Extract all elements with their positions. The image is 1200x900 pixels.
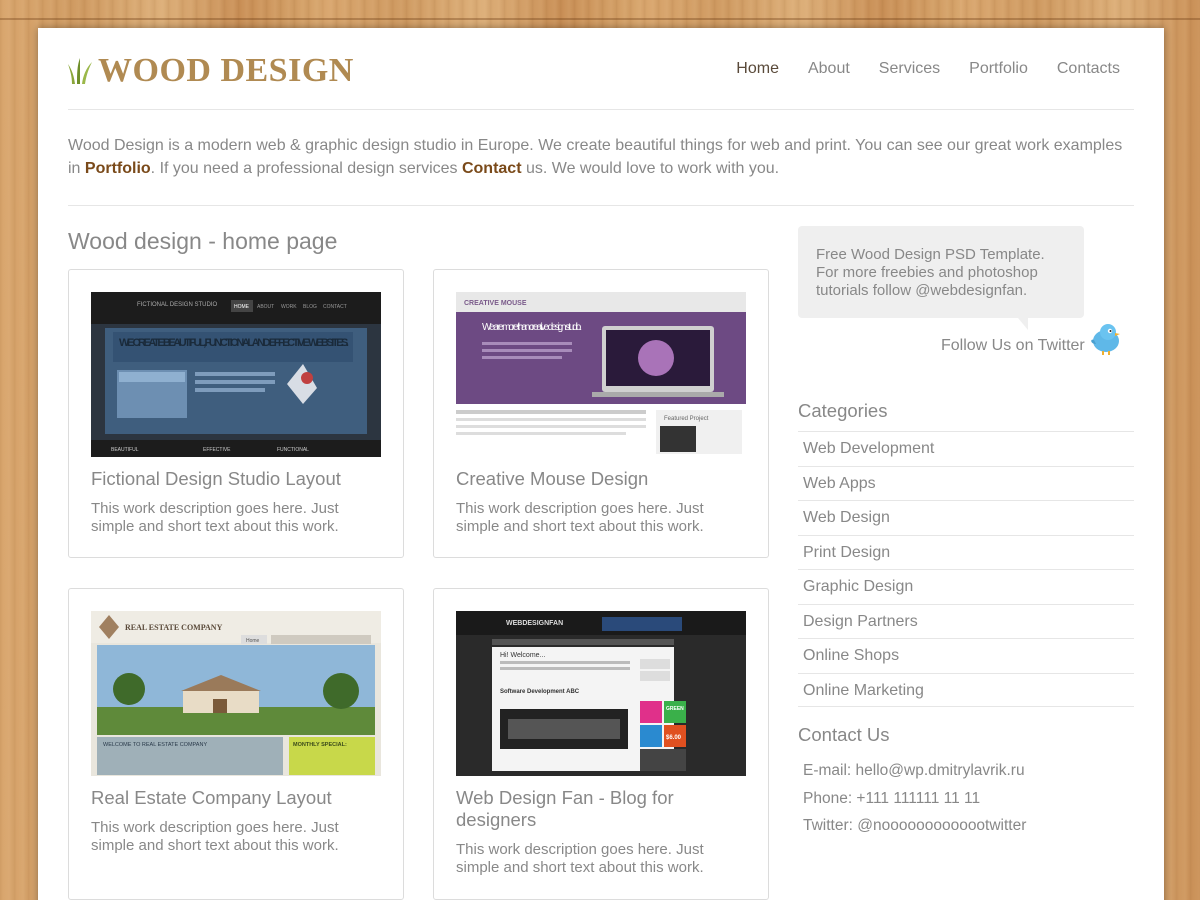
card-title[interactable]: Creative Mouse Design [456, 468, 746, 490]
category-web-design[interactable]: Web Design [798, 500, 1134, 535]
thumb-nav-0: HOME [234, 304, 250, 310]
thumb-footer-1: EFFECTIVE [203, 447, 231, 453]
category-web-apps[interactable]: Web Apps [798, 465, 1134, 501]
thumb-ad-0: GREEN [666, 706, 684, 712]
thumb-headline: WE CREATE BEAUTIFUL, FUNCTIONAL AND EFFE… [119, 337, 349, 349]
follow-twitter-link[interactable]: Follow Us on Twitter [941, 337, 1085, 355]
portfolio-thumbnail[interactable]: WEBDESIGNFAN Hi! Welcome... Software Dev… [456, 611, 746, 776]
thumb-welcome: WELCOME TO REAL ESTATE COMPANY [103, 742, 207, 748]
nav-contacts[interactable]: Contacts [1057, 60, 1120, 78]
thumb-tab: Home [246, 638, 260, 644]
category-online-marketing[interactable]: Online Marketing [798, 672, 1134, 707]
card-description: This work description goes here. Just si… [456, 841, 704, 876]
thumb-special: MONTHLY SPECIAL: [293, 742, 347, 748]
nav-home[interactable]: Home [736, 60, 779, 78]
intro-part-3: us. We would love to work with you. [521, 160, 780, 177]
card-description: This work description goes here. Just si… [91, 819, 339, 854]
portfolio-card[interactable]: CREATIVE MOUSE We are more than creative… [433, 269, 769, 558]
thumb-logo: CREATIVE MOUSE [464, 300, 527, 307]
category-graphic-design[interactable]: Graphic Design [798, 569, 1134, 604]
contact-phone: Phone: +111 111111 11 11 [803, 790, 981, 807]
logo[interactable]: WOOD DESIGN [68, 52, 354, 90]
portfolio-thumbnail[interactable]: CREATIVE MOUSE We are more than creative… [456, 292, 746, 457]
nav-about[interactable]: About [808, 60, 850, 78]
category-print-design[interactable]: Print Design [798, 534, 1134, 570]
nav-services[interactable]: Services [879, 60, 940, 78]
nav-portfolio[interactable]: Portfolio [969, 60, 1028, 78]
portfolio-card[interactable]: WEBDESIGNFAN Hi! Welcome... Software Dev… [433, 588, 769, 900]
category-web-development[interactable]: Web Development [798, 431, 1134, 466]
card-title[interactable]: Fictional Design Studio Layout [91, 468, 381, 490]
thumb-logo: FICTIONAL DESIGN STUDIO [137, 302, 217, 308]
categories-list: Web Development Web Apps Web Design Prin… [798, 431, 1134, 707]
thumb-nav-4: CONTACT [323, 304, 347, 310]
intro-part-2: . If you need a professional design serv… [150, 160, 462, 177]
intro-contact-link[interactable]: Contact [462, 160, 522, 177]
intro-text: Wood Design is a modern web & graphic de… [68, 134, 1134, 206]
wood-grain [0, 18, 1200, 20]
main-nav: Home About Services Portfolio Contacts [707, 60, 1120, 78]
card-description: This work description goes here. Just si… [91, 500, 339, 535]
page-title: Wood design - home page [68, 228, 338, 254]
categories-title: Categories [798, 400, 888, 421]
thumb-footer-2: FUNCTIONAL [277, 447, 309, 453]
card-title[interactable]: Real Estate Company Layout [91, 787, 381, 809]
category-online-shops[interactable]: Online Shops [798, 638, 1134, 673]
portfolio-thumbnail[interactable]: REAL ESTATE COMPANY Home WELCOME TO REAL… [91, 611, 381, 776]
thumb-featured: Featured Project [664, 416, 709, 422]
logo-text: WOOD DESIGN [98, 52, 354, 89]
grass-icon [68, 58, 92, 84]
thumb-ad-1: $6.00 [666, 735, 682, 741]
thumb-post: Software Development ABC [500, 689, 580, 695]
twitter-bubble: Free Wood Design PSD Template. For more … [798, 226, 1084, 330]
thumb-nav-3: BLOG [303, 304, 317, 310]
portfolio-thumbnail[interactable]: FICTIONAL DESIGN STUDIO HOME ABOUT WORK … [91, 292, 381, 457]
thumb-logo: REAL ESTATE COMPANY [125, 623, 223, 632]
contact-title: Contact Us [798, 724, 890, 745]
thumb-logo: WEBDESIGNFAN [506, 620, 563, 627]
contact-email[interactable]: E-mail: hello@wp.dmitrylavrik.ru [803, 762, 1025, 780]
thumb-headline: We are more than creative design studio. [482, 322, 582, 333]
thumb-footer-0: BEAUTIFUL [111, 447, 139, 453]
contact-twitter[interactable]: Twitter: @nooooooooooootwitter [803, 817, 1026, 835]
thumb-nav-2: WORK [281, 304, 297, 310]
portfolio-card[interactable]: REAL ESTATE COMPANY Home WELCOME TO REAL… [68, 588, 404, 900]
intro-portfolio-link[interactable]: Portfolio [85, 160, 151, 177]
thumb-welcome: Hi! Welcome... [500, 652, 545, 659]
card-title[interactable]: Web Design Fan - Blog for designers [456, 787, 746, 831]
thumb-nav-1: ABOUT [257, 304, 274, 310]
portfolio-card[interactable]: FICTIONAL DESIGN STUDIO HOME ABOUT WORK … [68, 269, 404, 558]
header: WOOD DESIGN Home About Services Portfoli… [68, 48, 1134, 110]
card-description: This work description goes here. Just si… [456, 500, 704, 535]
category-design-partners[interactable]: Design Partners [798, 603, 1134, 639]
twitter-bird-icon[interactable] [1088, 320, 1124, 356]
page-container: WOOD DESIGN Home About Services Portfoli… [38, 28, 1164, 900]
